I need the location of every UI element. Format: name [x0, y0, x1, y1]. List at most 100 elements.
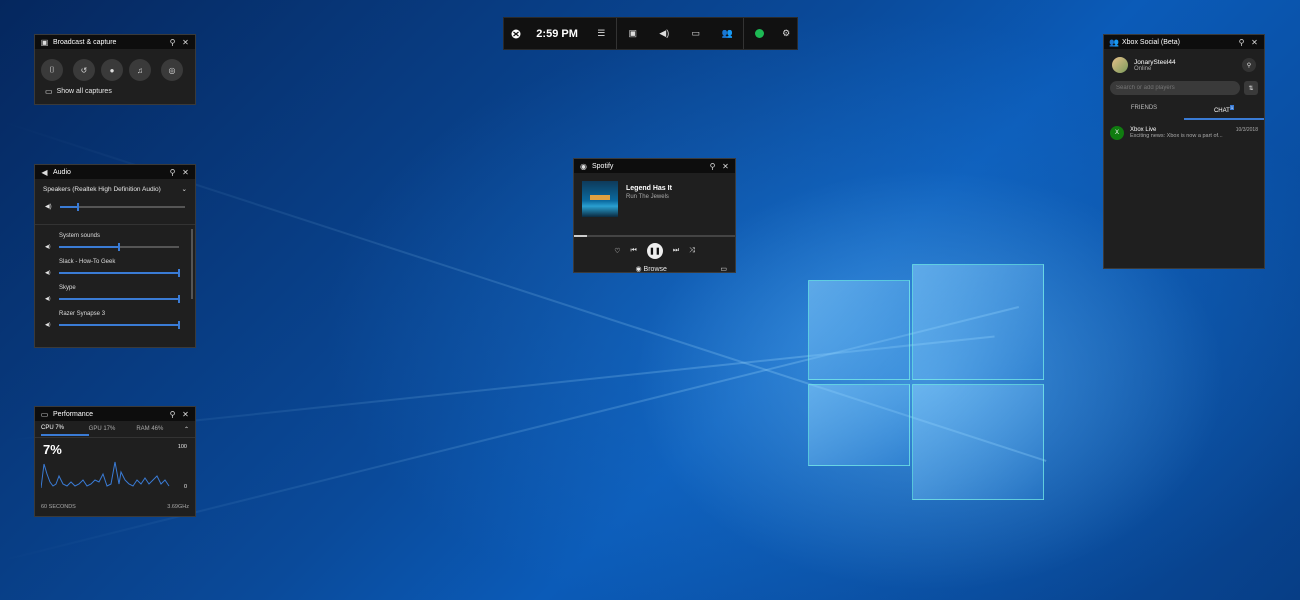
app-volume-slider[interactable] [58, 243, 179, 251]
previous-icon[interactable]: ⏮ [631, 247, 637, 255]
speaker-icon[interactable]: ◀) [45, 203, 52, 210]
avatar[interactable] [1112, 57, 1128, 73]
tab-gpu[interactable]: GPU 17% [89, 423, 137, 435]
heart-icon[interactable]: ♡ [614, 247, 620, 255]
browse-link[interactable]: ◉ Browse [582, 265, 720, 273]
record-last-button[interactable]: ↺ [73, 59, 95, 81]
performance-icon[interactable]: ▭ [680, 18, 711, 49]
speaker-icon[interactable]: ◀) [45, 322, 51, 328]
xbox-social-widget: 👥 Xbox Social (Beta) ⚲ ✕ JonarySteel44 O… [1103, 34, 1265, 269]
audio-app-row: Razer Synapse 3 ◀) [35, 307, 195, 333]
scrollbar[interactable] [191, 229, 193, 299]
windows-logo-pane [808, 384, 910, 466]
speaker-icon[interactable]: ◀) [45, 296, 51, 302]
widget-titlebar: ▭ Performance ⚲ ✕ [35, 407, 195, 421]
spotify-widget: ◉ Spotify ⚲ ✕ Legend Has It Run The Jewe… [573, 158, 736, 273]
pause-button[interactable]: ❚❚ [646, 243, 663, 259]
social-icon[interactable]: 👥 [711, 18, 742, 49]
xbox-live-avatar: X [1110, 126, 1124, 140]
slider-fill [58, 324, 179, 326]
broadcast-capture-widget: ▣ Broadcast & capture ⚲ ✕ ⌷ ↺ ● ♫ ◎ ▭ Sh… [34, 34, 196, 105]
gallery-icon: ▭ [45, 87, 53, 96]
cpu-graph [41, 461, 170, 489]
master-volume-slider[interactable] [59, 202, 185, 211]
close-icon[interactable]: ✕ [721, 162, 730, 171]
slider-fill [58, 272, 179, 274]
chat-time: 10/3/2018 [1235, 127, 1258, 133]
widget-titlebar: ▣ Broadcast & capture ⚲ ✕ [35, 35, 195, 49]
widget-titlebar: ◉ Spotify ⚲ ✕ [574, 159, 735, 173]
slider-thumb[interactable] [178, 321, 180, 329]
slider-thumb[interactable] [178, 295, 180, 303]
close-icon[interactable]: ✕ [181, 168, 190, 177]
menu-icon[interactable]: ☰ [587, 18, 617, 49]
audio-app-row: Slack - How-To Geek ◀) [35, 255, 195, 281]
capture-icon[interactable]: ▣ [616, 18, 648, 49]
windows-logo [806, 262, 1044, 500]
close-icon[interactable]: ✕ [181, 38, 190, 47]
tab-chat[interactable]: CHAT1 [1184, 101, 1264, 120]
chevron-up-icon[interactable]: ⌃ [184, 426, 189, 433]
settings-icon[interactable]: ⚙ [775, 18, 797, 49]
show-all-captures-label: Show all captures [56, 88, 112, 95]
tab-cpu[interactable]: CPU 7% [41, 422, 89, 436]
xbox-logo-icon[interactable] [504, 18, 528, 49]
performance-icon: ▭ [40, 409, 49, 419]
show-all-captures-link[interactable]: ▭ Show all captures [35, 87, 195, 96]
mic-toggle-button[interactable]: ♫ [129, 59, 151, 81]
app-volume-slider[interactable] [58, 269, 180, 277]
chat-badge: 1 [1229, 105, 1235, 110]
devices-icon[interactable]: ▭ [720, 265, 727, 273]
audio-app-row: Skype ◀) [35, 281, 195, 307]
screenshot-button[interactable]: ⌷ [41, 59, 63, 81]
cpu-frequency: 3.69GHz [167, 504, 189, 510]
device-select-value: Speakers (Realtek High Definition Audio) [43, 185, 161, 193]
widget-title: Broadcast & capture [53, 38, 117, 46]
notifications-button[interactable]: ⚲ [1242, 58, 1256, 72]
slider-fill [58, 246, 119, 248]
slider-thumb[interactable] [117, 243, 120, 251]
windows-logo-pane [808, 280, 910, 380]
pin-icon[interactable]: ⚲ [168, 168, 177, 177]
social-icon: 👥 [1109, 37, 1119, 47]
device-select[interactable]: Speakers (Realtek High Definition Audio)… [35, 179, 195, 199]
speaker-icon: ◀ [41, 167, 48, 177]
slider-thumb[interactable] [77, 202, 80, 211]
broadcast-button[interactable]: ◎ [161, 59, 183, 81]
pin-icon[interactable]: ⚲ [168, 410, 177, 419]
chevron-down-icon: ⌄ [181, 186, 187, 193]
clock: 2:59 PM [536, 27, 578, 40]
online-status-icon[interactable] [742, 18, 775, 49]
shuffle-icon[interactable]: ⤨ [689, 247, 695, 255]
speaker-icon[interactable]: ◀) [45, 270, 51, 276]
gamertag: JonarySteel44 [1134, 58, 1176, 66]
browse-label: Browse [643, 266, 667, 273]
next-icon[interactable]: ⏭ [673, 247, 679, 255]
start-recording-button[interactable]: ● [101, 59, 123, 81]
windows-logo-pane [912, 264, 1044, 380]
app-volume-slider[interactable] [58, 321, 180, 329]
app-volume-slider[interactable] [58, 295, 180, 303]
widget-titlebar: 👥 Xbox Social (Beta) ⚲ ✕ [1104, 35, 1264, 49]
widget-title: Performance [53, 410, 94, 418]
audio-widget: ◀ Audio ⚲ ✕ Speakers (Realtek High Defin… [34, 164, 196, 348]
speaker-icon[interactable]: ◀) [45, 244, 51, 250]
pin-icon[interactable]: ⚲ [708, 162, 717, 171]
filter-button[interactable]: ⇅ [1244, 81, 1258, 95]
audio-app-row: System sounds ◀) [35, 229, 195, 255]
pin-icon[interactable]: ⚲ [168, 38, 177, 47]
close-icon[interactable]: ✕ [181, 410, 190, 419]
slider-fill [59, 205, 79, 208]
close-icon[interactable]: ✕ [1250, 38, 1259, 47]
tab-ram[interactable]: RAM 46% [136, 423, 184, 435]
audio-icon[interactable]: ◀) [649, 18, 680, 49]
chat-item[interactable]: X Xbox Live 10/3/2018 Exciting news: Xbo… [1104, 120, 1264, 146]
spotify-icon: ◉ [635, 266, 642, 273]
tab-friends[interactable]: FRIENDS [1104, 101, 1184, 120]
pin-icon[interactable]: ⚲ [1237, 38, 1246, 47]
track-title: Legend Has It [626, 185, 672, 192]
audio-app-name: System sounds [59, 233, 101, 239]
spotify-icon: ◉ [580, 161, 587, 171]
search-players-input[interactable] [1110, 81, 1240, 95]
slider-thumb[interactable] [178, 269, 180, 277]
